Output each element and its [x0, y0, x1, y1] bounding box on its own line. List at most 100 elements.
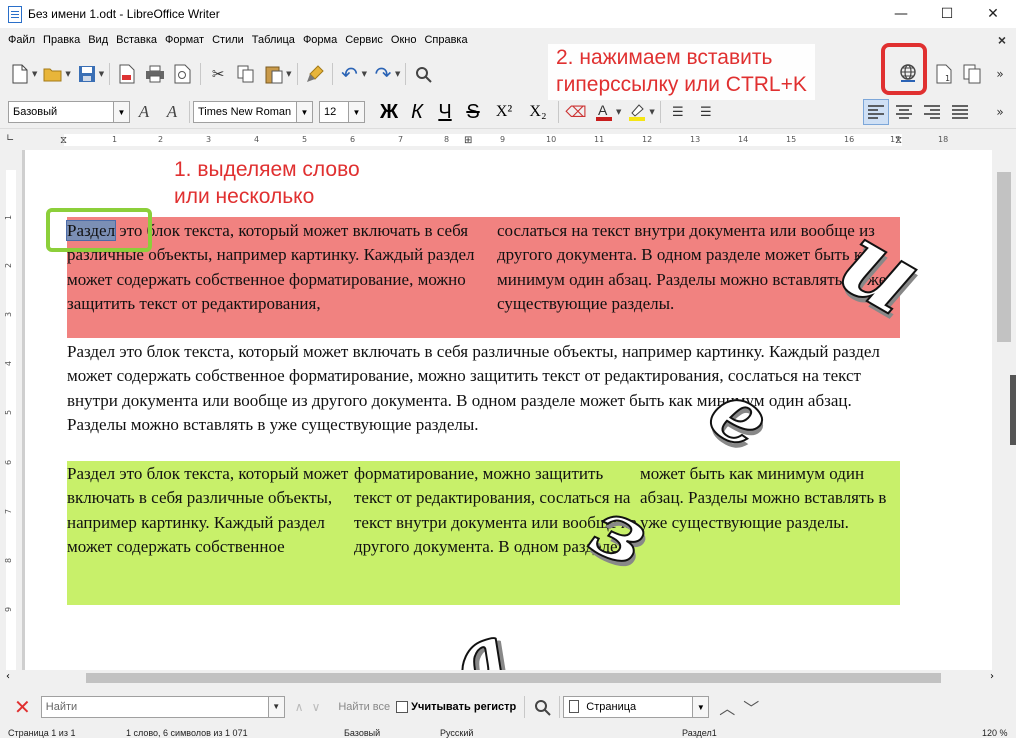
menu-window[interactable]: Окно — [389, 34, 423, 46]
find-replace-icon[interactable] — [530, 695, 554, 719]
status-page[interactable]: Страница 1 из 1 — [8, 728, 75, 738]
menu-file[interactable]: Файл — [6, 34, 41, 46]
horizontal-scroll-thumb[interactable] — [86, 673, 941, 683]
fontwork-letter-4[interactable]: а — [439, 603, 522, 670]
italic-button[interactable]: К — [403, 101, 431, 124]
status-zoom[interactable]: 120 % — [982, 728, 1008, 738]
copy-icon[interactable] — [234, 62, 258, 86]
horizontal-scrollbar[interactable]: ‹ › — [0, 670, 1016, 686]
underline-button[interactable]: Ч — [431, 101, 459, 124]
more-format-tools-icon[interactable]: » — [988, 100, 1012, 124]
font-color-icon[interactable]: A — [592, 100, 616, 124]
chevron-down-icon[interactable]: ▼ — [395, 70, 400, 78]
section-1-two-columns[interactable]: Раздел это блок текста, который может вк… — [65, 217, 900, 338]
vertical-ruler[interactable]: 1 2 3 4 5 6 7 8 9 — [0, 150, 22, 670]
section-3-column-3[interactable]: может быть как минимум один абзац. Разде… — [640, 462, 900, 535]
highlight-color-icon[interactable] — [625, 100, 649, 124]
print-icon[interactable] — [143, 62, 167, 86]
superscript-button[interactable]: X² — [487, 103, 521, 121]
menu-format[interactable]: Формат — [163, 34, 210, 46]
chevron-down-icon[interactable]: ▼ — [286, 70, 291, 78]
print-preview-icon[interactable] — [171, 62, 195, 86]
minimize-button[interactable]: — — [878, 0, 924, 28]
tab-stop-marker[interactable]: ⊞ — [464, 135, 472, 146]
menu-styles[interactable]: Стили — [210, 34, 250, 46]
menu-tools[interactable]: Сервис — [343, 34, 389, 46]
paste-icon[interactable] — [262, 62, 286, 86]
open-folder-icon[interactable] — [41, 62, 65, 86]
strikethrough-button[interactable]: S — [459, 101, 487, 124]
menu-help[interactable]: Справка — [422, 34, 473, 46]
menu-insert[interactable]: Вставка — [114, 34, 163, 46]
find-input[interactable]: Найти ▼ — [40, 696, 285, 718]
align-right-icon[interactable] — [920, 100, 944, 124]
menu-form[interactable]: Форма — [301, 34, 343, 46]
status-page-style[interactable]: Базовый — [344, 728, 380, 738]
vertical-scrollbar[interactable] — [992, 150, 1016, 670]
maximize-button[interactable]: ☐ — [924, 0, 970, 28]
more-tools-icon[interactable]: » — [988, 62, 1012, 86]
ruler-corner-icon[interactable]: ∟ — [6, 133, 14, 144]
find-all-button[interactable]: Найти все — [338, 701, 390, 713]
sidebar-handle[interactable] — [1010, 375, 1016, 445]
new-style-icon[interactable]: A — [160, 100, 184, 124]
status-word-count[interactable]: 1 слово, 6 символов из 1 071 — [126, 728, 248, 738]
close-button[interactable]: ✕ — [970, 0, 1016, 28]
chevron-down-icon[interactable]: ▼ — [616, 108, 621, 116]
chevron-down-icon[interactable]: ▼ — [692, 697, 709, 717]
horizontal-ruler[interactable]: ∟ ⧖ ⊞ ⧖ 1 2 3 4 5 6 7 8 9 10 11 12 13 14… — [0, 128, 1016, 150]
save-icon[interactable] — [75, 62, 99, 86]
align-center-icon[interactable] — [892, 100, 916, 124]
subscript-button[interactable]: X₂ — [521, 103, 555, 121]
update-style-icon[interactable]: A — [132, 100, 156, 124]
match-case-label[interactable]: Учитывать регистр — [411, 701, 516, 713]
insert-page-break-icon[interactable] — [960, 62, 984, 86]
chevron-down-icon[interactable]: ▼ — [649, 108, 654, 116]
menu-edit[interactable]: Правка — [41, 34, 86, 46]
match-case-checkbox[interactable] — [396, 701, 409, 713]
scroll-right-icon[interactable]: › — [990, 671, 994, 682]
numbering-icon[interactable]: ☰ — [694, 100, 718, 124]
menu-view[interactable]: Вид — [86, 34, 114, 46]
bold-button[interactable]: Ж — [375, 101, 403, 124]
section-3-column-1[interactable]: Раздел это блок текста, который может вк… — [67, 462, 352, 559]
chevron-down-icon[interactable]: ▼ — [113, 102, 129, 122]
nav-up-icon[interactable]: ︿ — [719, 695, 735, 719]
scroll-left-icon[interactable]: ‹ — [6, 671, 10, 682]
search-type-combo[interactable]: Страница ▼ — [563, 696, 710, 718]
chevron-down-icon[interactable]: ▼ — [32, 70, 37, 78]
clone-formatting-icon[interactable] — [303, 62, 327, 86]
chevron-down-icon[interactable]: ▼ — [267, 697, 284, 717]
chevron-down-icon[interactable]: ▼ — [348, 102, 364, 122]
find-replace-icon[interactable] — [411, 62, 435, 86]
document-area[interactable]: Раздел это блок текста, который может вк… — [22, 150, 992, 670]
clear-formatting-icon[interactable]: ⌫ — [564, 100, 588, 124]
chevron-down-icon[interactable]: ▼ — [296, 102, 312, 122]
align-left-icon[interactable] — [863, 99, 889, 125]
new-document-icon[interactable] — [8, 62, 32, 86]
insert-footnote-icon[interactable]: 1 — [932, 62, 956, 86]
font-name-combo[interactable]: Times New Roman ▼ — [193, 101, 313, 123]
status-language[interactable]: Русский — [440, 728, 473, 738]
document-page[interactable]: Раздел это блок текста, который может вк… — [25, 150, 992, 670]
bullets-icon[interactable]: ☰ — [666, 100, 690, 124]
redo-icon[interactable]: ↷ — [371, 62, 395, 86]
chevron-down-icon[interactable]: ▼ — [362, 70, 367, 78]
paragraph-style-combo[interactable]: Базовый ▼ — [8, 101, 130, 123]
vertical-scroll-thumb[interactable] — [997, 172, 1011, 342]
chevron-down-icon[interactable]: ▼ — [65, 70, 70, 78]
find-next-icon[interactable]: ∨ — [312, 700, 321, 714]
undo-icon[interactable]: ↶ — [338, 62, 362, 86]
justify-icon[interactable] — [948, 100, 972, 124]
cut-icon[interactable]: ✂ — [206, 62, 230, 86]
nav-down-icon[interactable]: ﹀ — [743, 695, 759, 719]
chevron-down-icon[interactable]: ▼ — [99, 70, 104, 78]
font-size-combo[interactable]: 12 ▼ — [319, 101, 365, 123]
left-indent-marker[interactable]: ⧖ — [60, 135, 67, 146]
find-prev-icon[interactable]: ∧ — [295, 700, 304, 714]
close-document-icon[interactable]: × — [998, 32, 1006, 48]
close-find-bar-icon[interactable]: ✕ — [14, 695, 31, 720]
menu-table[interactable]: Таблица — [250, 34, 301, 46]
section-3-three-columns[interactable]: Раздел это блок текста, который может вк… — [67, 461, 900, 605]
export-pdf-icon[interactable] — [115, 62, 139, 86]
